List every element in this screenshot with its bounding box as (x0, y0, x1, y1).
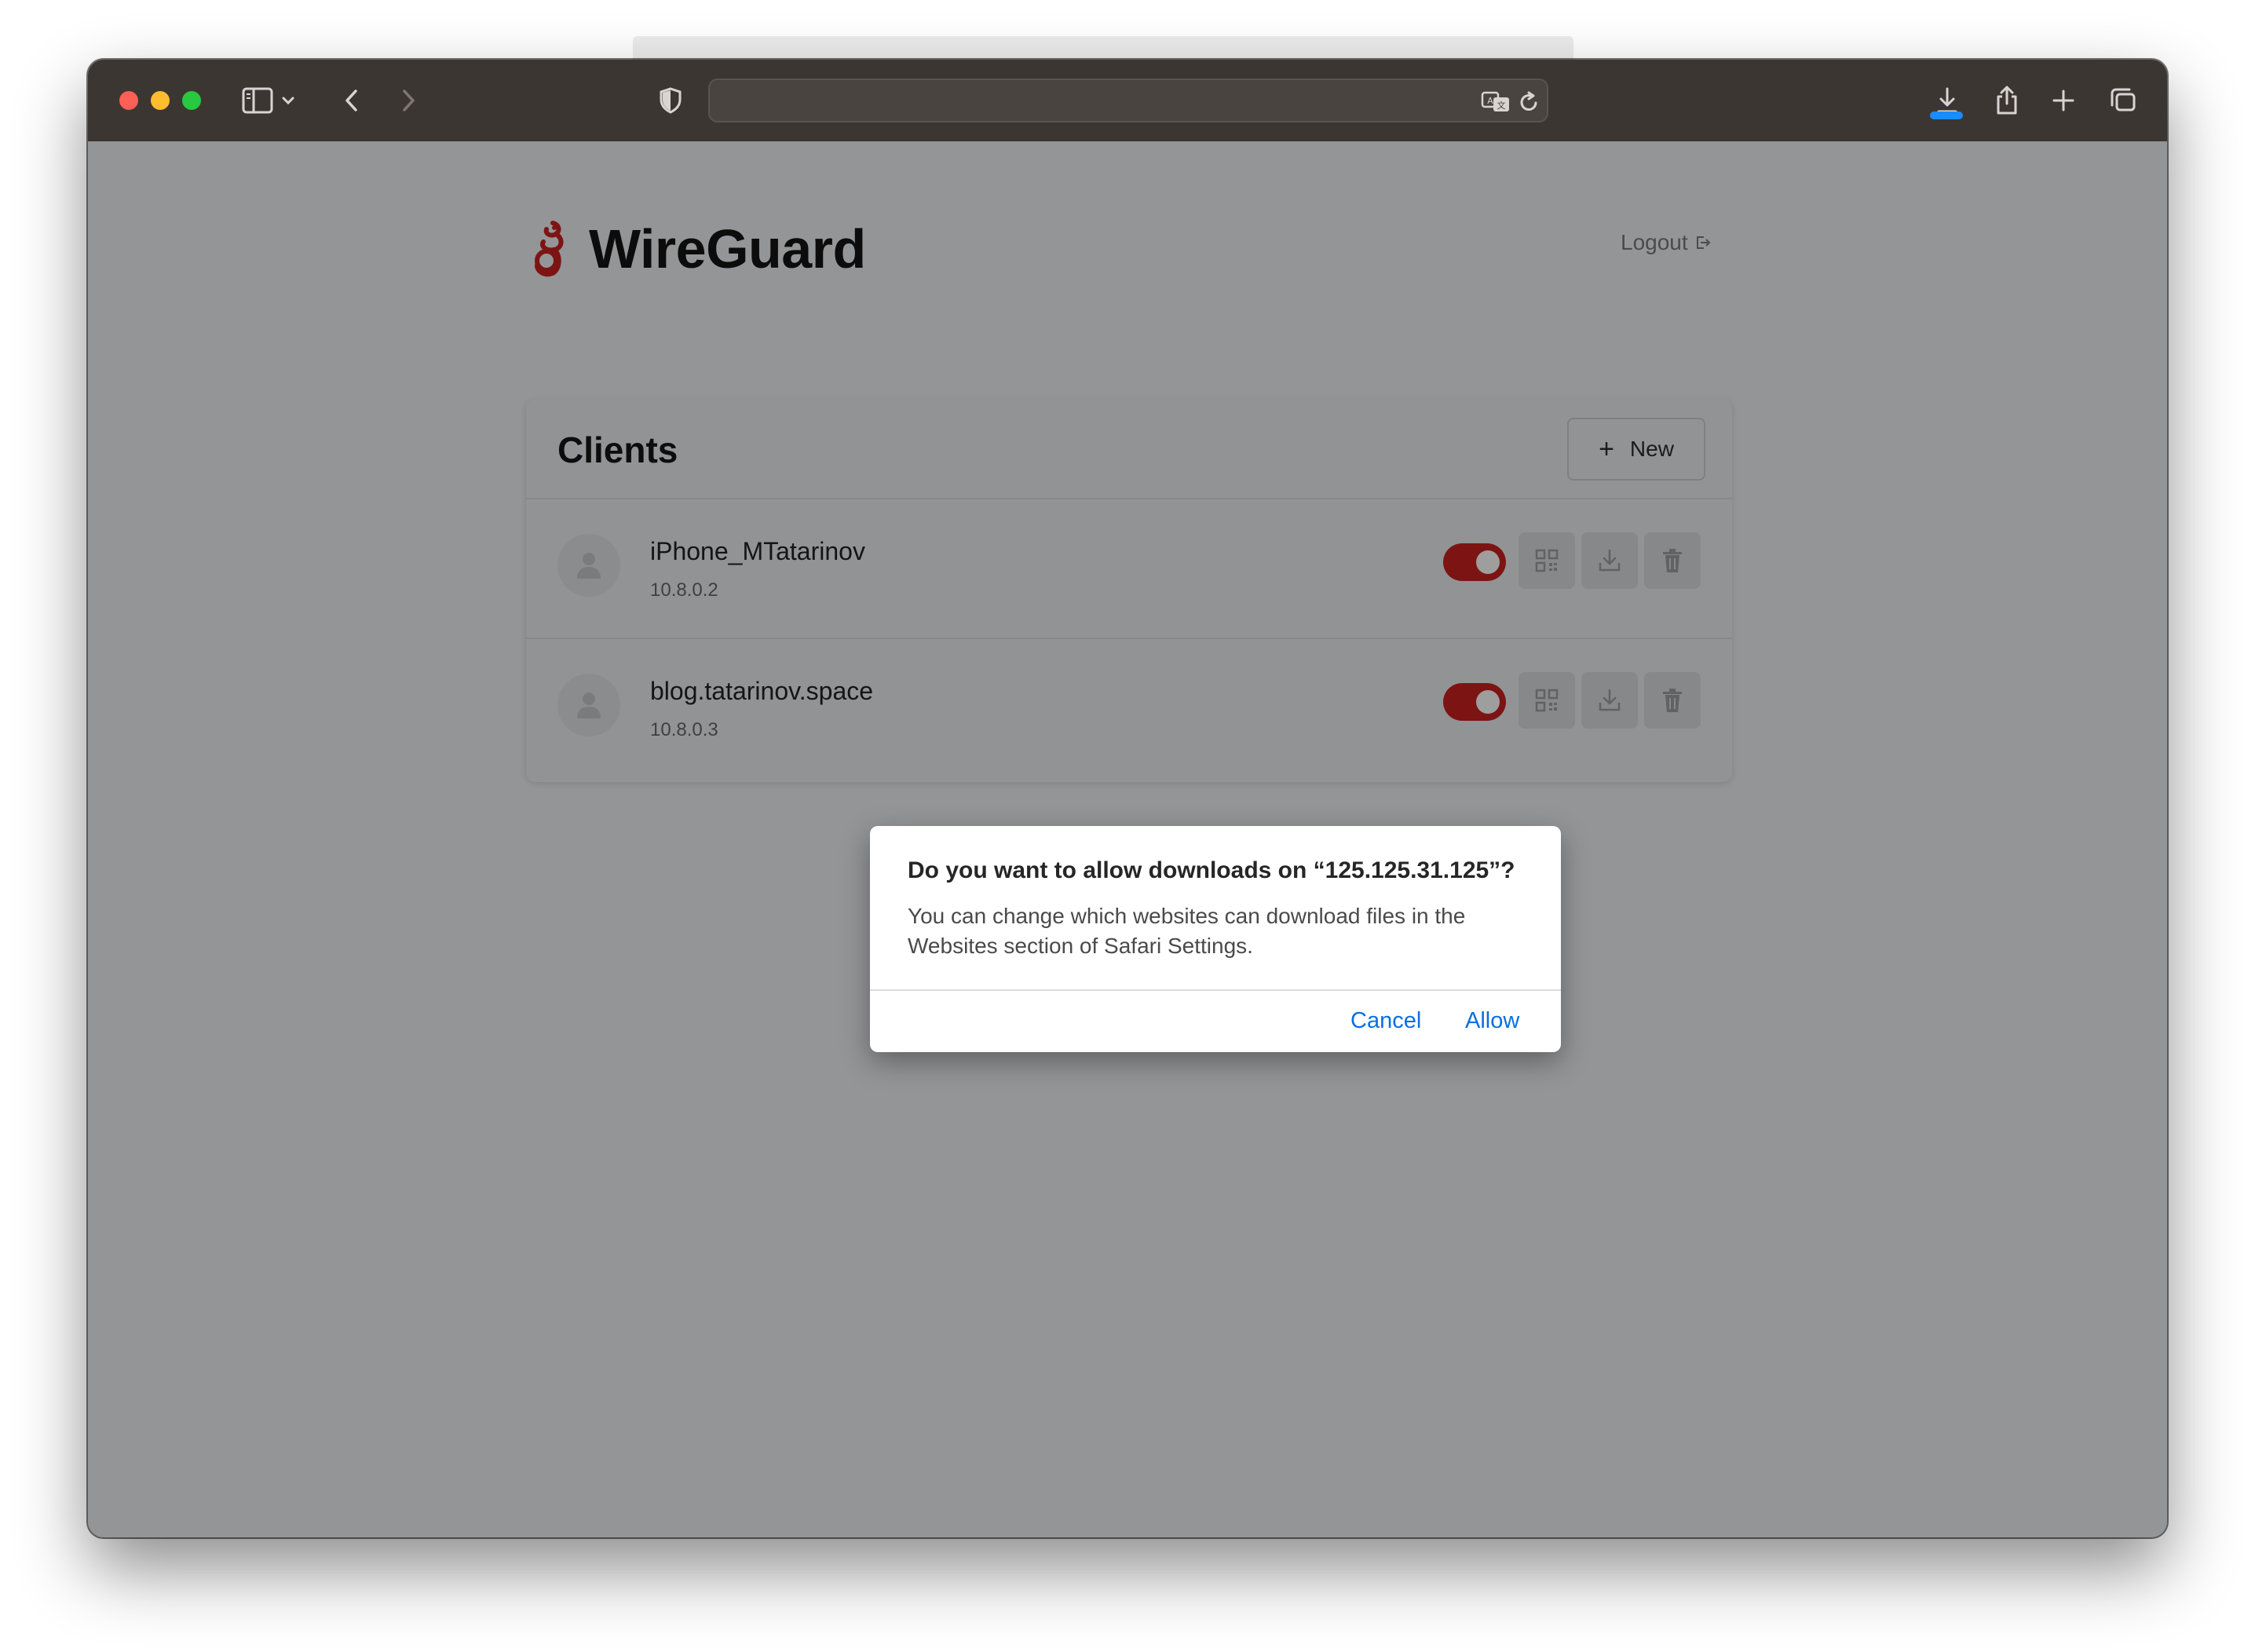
show-qr-button[interactable] (1519, 672, 1575, 729)
download-config-button[interactable] (1581, 532, 1638, 589)
page-content: WireGuard Logout Clients + New iPhone_MT… (88, 141, 2167, 1537)
new-client-label: New (1629, 437, 1674, 461)
download-icon (1599, 689, 1621, 711)
allow-button[interactable]: Allow (1465, 1008, 1519, 1034)
download-config-button[interactable] (1581, 672, 1638, 729)
clients-card: Clients + New iPhone_MTatarinov 10.8.0.2 (526, 399, 1732, 782)
download-permission-dialog: Do you want to allow downloads on “125.1… (870, 826, 1561, 1052)
client-row: iPhone_MTatarinov 10.8.0.2 (526, 499, 1732, 639)
background-tab-strip (633, 36, 1573, 60)
trash-icon (1663, 549, 1682, 572)
show-qr-button[interactable] (1519, 532, 1575, 589)
clients-title: Clients (557, 429, 678, 470)
dialog-message: You can change which websites can downlo… (908, 904, 1466, 958)
client-name: blog.tatarinov.space (650, 677, 874, 705)
client-ip: 10.8.0.3 (650, 719, 718, 740)
toggle-knob (1476, 550, 1500, 574)
avatar (557, 674, 620, 736)
qr-code-icon (1535, 549, 1559, 572)
new-client-button[interactable]: + New (1567, 418, 1705, 481)
browser-window: A文 WireGuard Logout Clients + New iPhone… (88, 60, 2167, 1537)
close-window-button[interactable] (119, 91, 138, 110)
delete-client-button[interactable] (1644, 532, 1701, 589)
logout-label: Logout (1621, 230, 1688, 254)
zoom-window-button[interactable] (182, 91, 201, 110)
trash-icon (1663, 689, 1682, 712)
dialog-title: Do you want to allow downloads on “125.1… (908, 857, 1515, 883)
back-icon[interactable] (331, 80, 372, 121)
cancel-button[interactable]: Cancel (1350, 1008, 1421, 1034)
user-icon (577, 553, 601, 579)
qr-code-icon (1535, 689, 1559, 712)
browser-toolbar: A文 (88, 60, 2167, 141)
logout-link[interactable]: Logout (1621, 223, 1712, 262)
forward-icon[interactable] (388, 80, 429, 121)
sidebar-icon[interactable] (237, 80, 278, 121)
minimize-window-button[interactable] (151, 91, 170, 110)
tabs-overview-icon[interactable] (2103, 80, 2144, 121)
new-tab-icon[interactable] (2043, 80, 2084, 121)
brand-name: WireGuard (589, 218, 866, 280)
client-enabled-toggle[interactable] (1443, 683, 1506, 721)
share-icon[interactable] (1986, 80, 2027, 121)
svg-text:A: A (1487, 96, 1493, 106)
delete-client-button[interactable] (1644, 672, 1701, 729)
logout-icon (1696, 236, 1711, 249)
svg-text:文: 文 (1497, 100, 1506, 111)
dialog-divider (870, 989, 1561, 991)
download-progress-bar (1930, 111, 1963, 119)
download-icon (1599, 549, 1621, 572)
shield-icon[interactable] (650, 80, 691, 121)
reload-icon[interactable] (1515, 88, 1544, 116)
wireguard-logo-icon (535, 221, 564, 277)
client-enabled-toggle[interactable] (1443, 543, 1506, 581)
client-name: iPhone_MTatarinov (650, 537, 865, 565)
user-icon (577, 693, 601, 718)
plus-icon: + (1599, 434, 1614, 464)
avatar (557, 534, 620, 597)
brand-header: WireGuard (529, 214, 866, 284)
clients-card-header: Clients + New (526, 399, 1732, 499)
translate-icon[interactable]: A文 (1479, 88, 1514, 116)
client-ip: 10.8.0.2 (650, 579, 718, 601)
client-row: blog.tatarinov.space 10.8.0.3 (526, 639, 1732, 779)
address-bar[interactable]: A文 (708, 79, 1548, 122)
toggle-knob (1476, 690, 1500, 714)
chevron-down-icon[interactable] (276, 80, 300, 121)
